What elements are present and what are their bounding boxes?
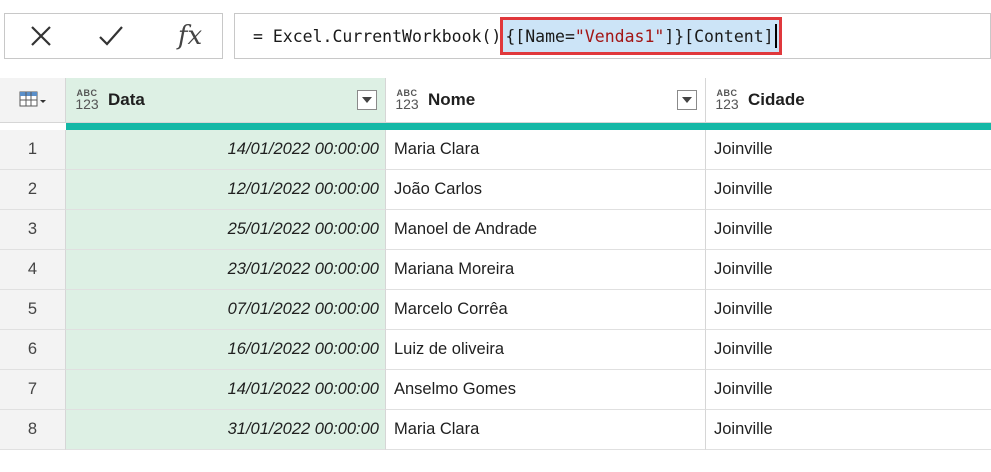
cell-nome[interactable]: João Carlos	[386, 170, 706, 210]
row-number[interactable]: 2	[0, 170, 66, 210]
table-row: 2 12/01/2022 00:00:00 João Carlos Joinvi…	[0, 170, 991, 210]
any-type-icon[interactable]: ABC 123	[72, 89, 102, 112]
cell-data[interactable]: 25/01/2022 00:00:00	[66, 210, 386, 250]
cell-data[interactable]: 23/01/2022 00:00:00	[66, 250, 386, 290]
cell-nome[interactable]: Maria Clara	[386, 130, 706, 170]
table-row: 1 14/01/2022 00:00:00 Maria Clara Joinvi…	[0, 130, 991, 170]
checkmark-icon	[99, 26, 123, 46]
table-body: 1 14/01/2022 00:00:00 Maria Clara Joinvi…	[0, 130, 991, 450]
fx-label: fx	[177, 21, 203, 51]
row-number[interactable]: 3	[0, 210, 66, 250]
column-name: Cidade	[748, 90, 805, 109]
formula-bar: fx = Excel.CurrentWorkbook() {[Name= "Ven…	[0, 0, 991, 72]
formula-input[interactable]: = Excel.CurrentWorkbook() {[Name= "Vendas…	[234, 13, 991, 59]
cell-data[interactable]: 31/01/2022 00:00:00	[66, 410, 386, 450]
cell-data[interactable]: 07/01/2022 00:00:00	[66, 290, 386, 330]
formula-token: {[Name=	[505, 26, 575, 46]
cell-nome[interactable]: Manoel de Andrade	[386, 210, 706, 250]
cell-cidade[interactable]: Joinville	[706, 130, 991, 170]
cell-cidade[interactable]: Joinville	[706, 370, 991, 410]
cell-cidade[interactable]: Joinville	[706, 410, 991, 450]
column-header-cidade[interactable]: ABC 123 Cidade	[706, 78, 991, 123]
cell-data[interactable]: 16/01/2022 00:00:00	[66, 330, 386, 370]
column-name: Data	[108, 90, 145, 109]
cell-data[interactable]: 14/01/2022 00:00:00	[66, 370, 386, 410]
table-row: 8 31/01/2022 00:00:00 Maria Clara Joinvi…	[0, 410, 991, 450]
insert-function-button[interactable]: fx	[165, 14, 215, 58]
column-name: Nome	[428, 90, 476, 109]
type-icon-bottom: 123	[715, 96, 739, 112]
table-row: 3 25/01/2022 00:00:00 Manoel de Andrade …	[0, 210, 991, 250]
formula-buttons: fx	[4, 13, 223, 59]
column-header-nome[interactable]: ABC 123 Nome	[386, 78, 706, 123]
row-number[interactable]: 7	[0, 370, 66, 410]
row-number[interactable]: 1	[0, 130, 66, 170]
filter-button[interactable]	[357, 90, 377, 110]
cell-cidade[interactable]: Joinville	[706, 330, 991, 370]
table-row: 5 07/01/2022 00:00:00 Marcelo Corrêa Joi…	[0, 290, 991, 330]
cell-data[interactable]: 14/01/2022 00:00:00	[66, 130, 386, 170]
formula-selection-highlight: {[Name= "Vendas1"]}[Content]	[500, 17, 782, 55]
filter-button[interactable]	[677, 90, 697, 110]
formula-string-token: "Vendas1"	[574, 26, 665, 46]
cell-nome[interactable]: Mariana Moreira	[386, 250, 706, 290]
column-header-data[interactable]: ABC 123 Data	[66, 78, 386, 123]
cell-nome[interactable]: Maria Clara	[386, 410, 706, 450]
row-number[interactable]: 8	[0, 410, 66, 450]
cell-cidade[interactable]: Joinville	[706, 250, 991, 290]
header-row: ABC 123 Data ABC 123 Nome ABC 123 Cidade	[0, 78, 991, 123]
formula-token: ]}[Content]	[664, 26, 774, 46]
column-quality-bar	[66, 123, 991, 130]
any-type-icon[interactable]: ABC 123	[712, 89, 742, 112]
table-row: 7 14/01/2022 00:00:00 Anselmo Gomes Join…	[0, 370, 991, 410]
row-number[interactable]: 5	[0, 290, 66, 330]
cell-nome[interactable]: Anselmo Gomes	[386, 370, 706, 410]
chevron-down-icon	[362, 97, 372, 103]
row-number[interactable]: 4	[0, 250, 66, 290]
cell-cidade[interactable]: Joinville	[706, 210, 991, 250]
table-menu-button[interactable]	[0, 78, 66, 123]
close-icon	[31, 26, 51, 46]
cell-nome[interactable]: Marcelo Corrêa	[386, 290, 706, 330]
cell-cidade[interactable]: Joinville	[706, 290, 991, 330]
cell-data[interactable]: 12/01/2022 00:00:00	[66, 170, 386, 210]
commit-button[interactable]	[89, 14, 133, 58]
table-icon	[19, 91, 46, 107]
cell-cidade[interactable]: Joinville	[706, 170, 991, 210]
formula-prefix: = Excel.CurrentWorkbook()	[253, 26, 502, 46]
table-row: 6 16/01/2022 00:00:00 Luiz de oliveira J…	[0, 330, 991, 370]
type-icon-bottom: 123	[75, 96, 99, 112]
any-type-icon[interactable]: ABC 123	[392, 89, 422, 112]
cancel-button[interactable]	[19, 14, 63, 58]
chevron-down-icon	[682, 97, 692, 103]
row-number[interactable]: 6	[0, 330, 66, 370]
cell-nome[interactable]: Luiz de oliveira	[386, 330, 706, 370]
text-caret	[774, 24, 777, 48]
table-row: 4 23/01/2022 00:00:00 Mariana Moreira Jo…	[0, 250, 991, 290]
type-icon-bottom: 123	[395, 96, 419, 112]
